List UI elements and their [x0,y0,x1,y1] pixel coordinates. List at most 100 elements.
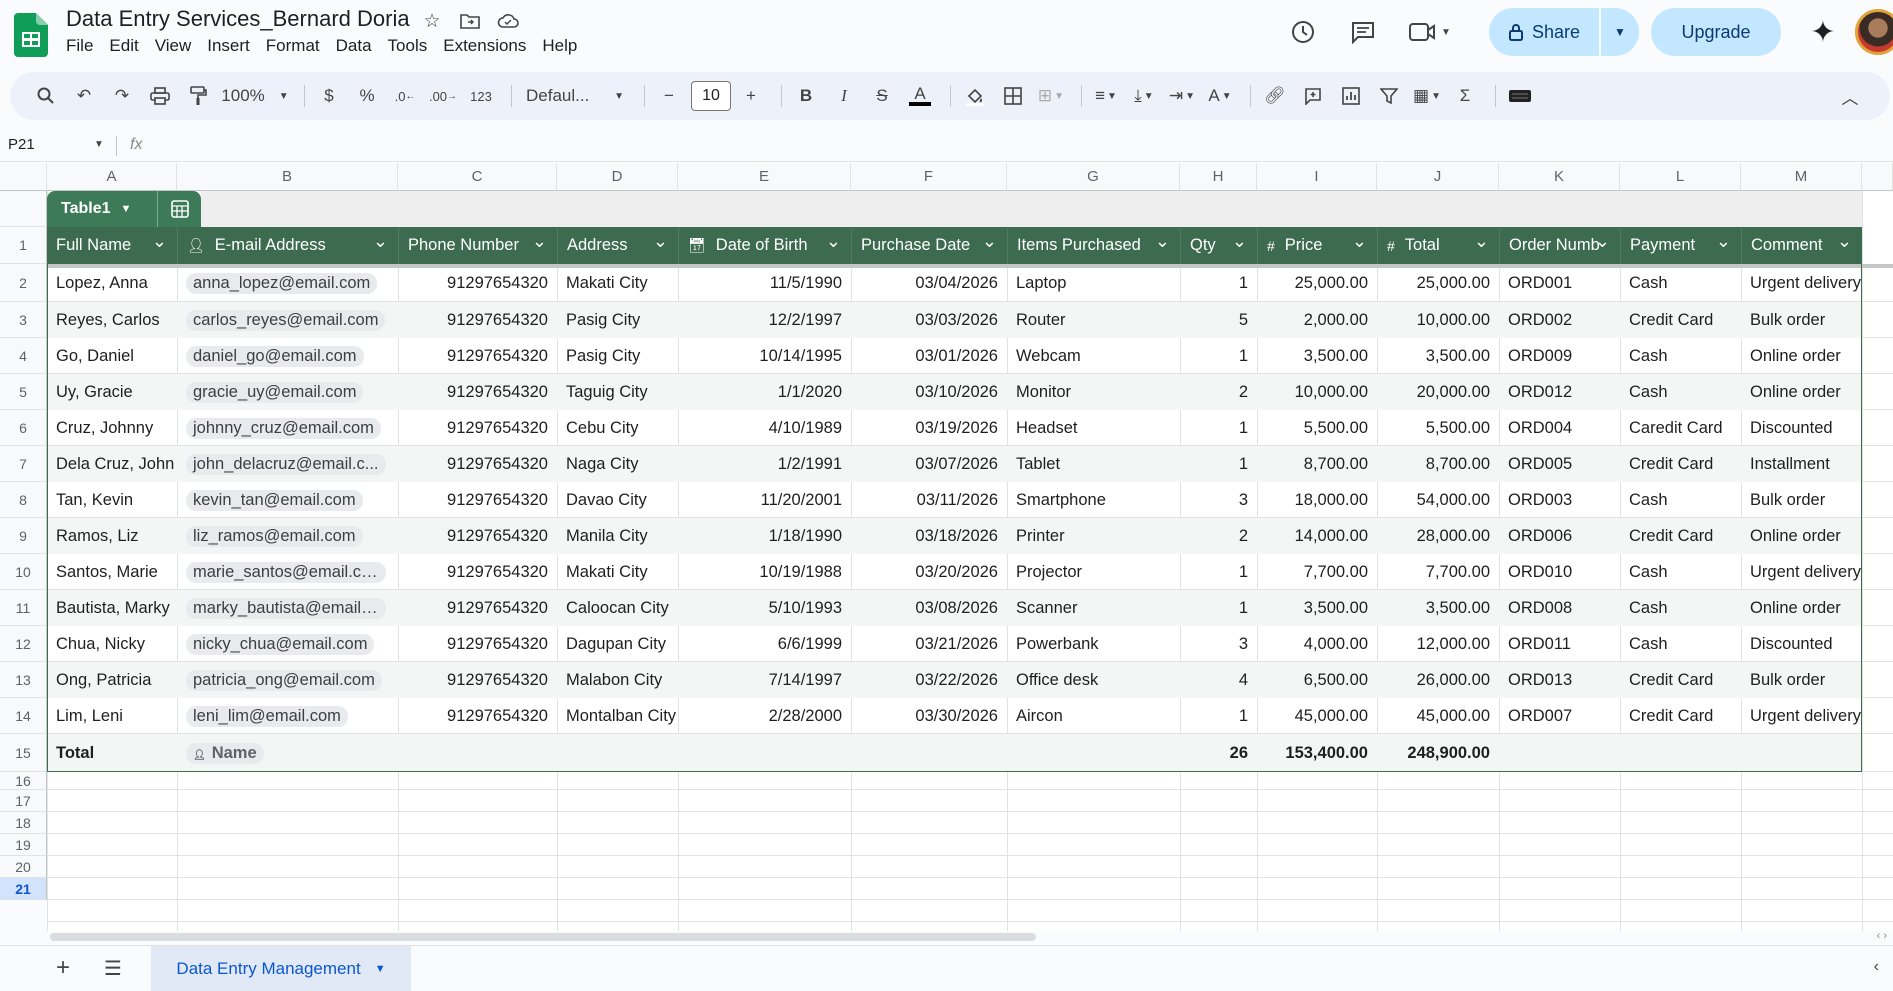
paint-format-icon[interactable] [182,80,214,112]
row-header-4[interactable]: 4 [0,338,47,374]
table-cell[interactable]: 03/19/2026 [851,410,1007,446]
table-cell[interactable]: ORD011 [1499,626,1620,662]
table-cell[interactable]: 14,000.00 [1257,518,1377,554]
text-color-icon[interactable]: A [904,80,936,112]
row-header-19[interactable]: 19 [0,834,47,856]
table-cell[interactable]: Cash [1620,554,1741,590]
table-cell[interactable]: Davao City [557,482,678,518]
table-cell[interactable]: 5,500.00 [1377,410,1499,446]
column-header-f[interactable]: F [851,163,1007,191]
table-cell[interactable]: 2 [1180,518,1257,554]
table-cell[interactable]: Caredit Card [1620,410,1741,446]
chevron-down-icon[interactable]: ⌄ [1595,231,1610,252]
percent-format-button[interactable]: % [351,80,383,112]
row-header-6[interactable]: 6 [0,410,47,446]
table-cell[interactable]: Pasig City [557,338,678,374]
strikethrough-icon[interactable]: S [866,80,898,112]
email-chip[interactable]: john_delacruz@email.c... [186,453,386,475]
row-header-17[interactable]: 17 [0,790,47,812]
table-cell[interactable]: 03/04/2026 [851,264,1007,302]
decrease-font-size-icon[interactable]: − [653,80,685,112]
table-cell[interactable]: 03/22/2026 [851,662,1007,698]
column-header-overflow[interactable] [1862,163,1893,191]
table-header-k[interactable]: Order Numb ⌄ [1499,227,1620,264]
table-cell[interactable]: Aircon [1007,698,1180,734]
table-cell[interactable]: Ramos, Liz [47,518,177,554]
table-cell[interactable]: Cash [1620,374,1741,410]
borders-icon[interactable] [997,80,1029,112]
column-header-k[interactable]: K [1499,163,1620,191]
email-chip[interactable]: patricia_ong@email.com [186,669,382,691]
chevron-down-icon[interactable]: ⌄ [826,231,841,252]
table-cell[interactable]: Smartphone [1007,482,1180,518]
row-header-12[interactable]: 12 [0,626,47,662]
table-cell[interactable]: 3,500.00 [1377,338,1499,374]
filter-views-icon[interactable]: ▦ ▼ [1411,80,1443,112]
table-menu-icon[interactable] [157,191,201,227]
total-label[interactable]: Total [47,734,177,772]
column-header-b[interactable]: B [177,163,398,191]
table-cell[interactable]: johnny_cruz@email.com [177,410,398,446]
table-cell[interactable]: Monitor [1007,374,1180,410]
table-cell[interactable]: 28,000.00 [1377,518,1499,554]
undo-icon[interactable]: ↶ [68,80,100,112]
table-header-c[interactable]: Phone Number ⌄ [398,227,557,264]
row-header-18[interactable]: 18 [0,812,47,834]
row-header-16[interactable]: 16 [0,772,47,790]
insert-comment-icon[interactable] [1297,80,1329,112]
table-cell[interactable]: Powerbank [1007,626,1180,662]
text-rotation-icon[interactable]: A ▼ [1204,80,1236,112]
bold-icon[interactable]: B [790,80,822,112]
table-cell[interactable]: patricia_ong@email.com [177,662,398,698]
total-price[interactable]: 153,400.00 [1257,734,1377,772]
table-cell[interactable]: Manila City [557,518,678,554]
table-header-h[interactable]: Qty ⌄ [1180,227,1257,264]
table-cell[interactable]: Credit Card [1620,662,1741,698]
row-header-table-tab[interactable] [0,191,47,227]
table-cell[interactable]: kevin_tan@email.com [177,482,398,518]
table-cell[interactable]: ORD002 [1499,302,1620,338]
table-cell[interactable]: ORD006 [1499,518,1620,554]
print-icon[interactable] [144,80,176,112]
menu-format[interactable]: Format [266,36,330,56]
more-formats-button[interactable]: 123 [465,80,497,112]
table-cell[interactable]: 4,000.00 [1257,626,1377,662]
table-cell[interactable]: 5,500.00 [1257,410,1377,446]
email-chip[interactable]: carlos_reyes@email.com [186,309,386,331]
table-cell[interactable]: 4 [1180,662,1257,698]
table-cell[interactable]: 3,500.00 [1377,590,1499,626]
email-chip[interactable]: gracie_uy@email.com [186,381,364,403]
email-chip[interactable]: liz_ramos@email.com [186,525,363,547]
table-cell[interactable]: 03/30/2026 [851,698,1007,734]
table-cell[interactable]: Makati City [557,264,678,302]
table-cell[interactable]: 91297654320 [398,554,557,590]
table-cell[interactable]: 6/6/1999 [678,626,851,662]
table-cell[interactable]: ORD007 [1499,698,1620,734]
table-cell[interactable]: 91297654320 [398,698,557,734]
table-name[interactable]: Table1 ▼ [47,200,157,218]
table-cell[interactable]: Bulk order [1741,482,1862,518]
table-cell[interactable]: 1/1/2020 [678,374,851,410]
table-cell[interactable]: 11/5/1990 [678,264,851,302]
table-header-b[interactable]: 👤︎ E-mail Address ⌄ [177,227,398,264]
table-cell[interactable]: marky_bautista@email.c... [177,590,398,626]
chevron-down-icon[interactable]: ⌄ [1155,231,1170,252]
gemini-icon[interactable]: ✦ [1805,14,1841,50]
table-cell[interactable]: Discounted [1741,410,1862,446]
table-cell[interactable]: 91297654320 [398,590,557,626]
column-header-h[interactable]: H [1180,163,1257,191]
functions-icon[interactable]: Σ [1449,80,1481,112]
table-cell[interactable]: Dagupan City [557,626,678,662]
table-cell[interactable]: 1 [1180,590,1257,626]
table-cell[interactable]: 91297654320 [398,302,557,338]
email-chip[interactable]: nicky_chua@email.com [186,633,375,655]
chevron-down-icon[interactable]: ⌄ [532,231,547,252]
table-header-d[interactable]: Address ⌄ [557,227,678,264]
table-cell[interactable]: gracie_uy@email.com [177,374,398,410]
all-sheets-icon[interactable]: ☰ [104,956,122,981]
table-cell[interactable]: 12/2/1997 [678,302,851,338]
table-cell[interactable]: 26,000.00 [1377,662,1499,698]
table-cell[interactable]: 91297654320 [398,446,557,482]
table-cell[interactable]: 3,500.00 [1257,590,1377,626]
table-cell[interactable]: 3,500.00 [1257,338,1377,374]
